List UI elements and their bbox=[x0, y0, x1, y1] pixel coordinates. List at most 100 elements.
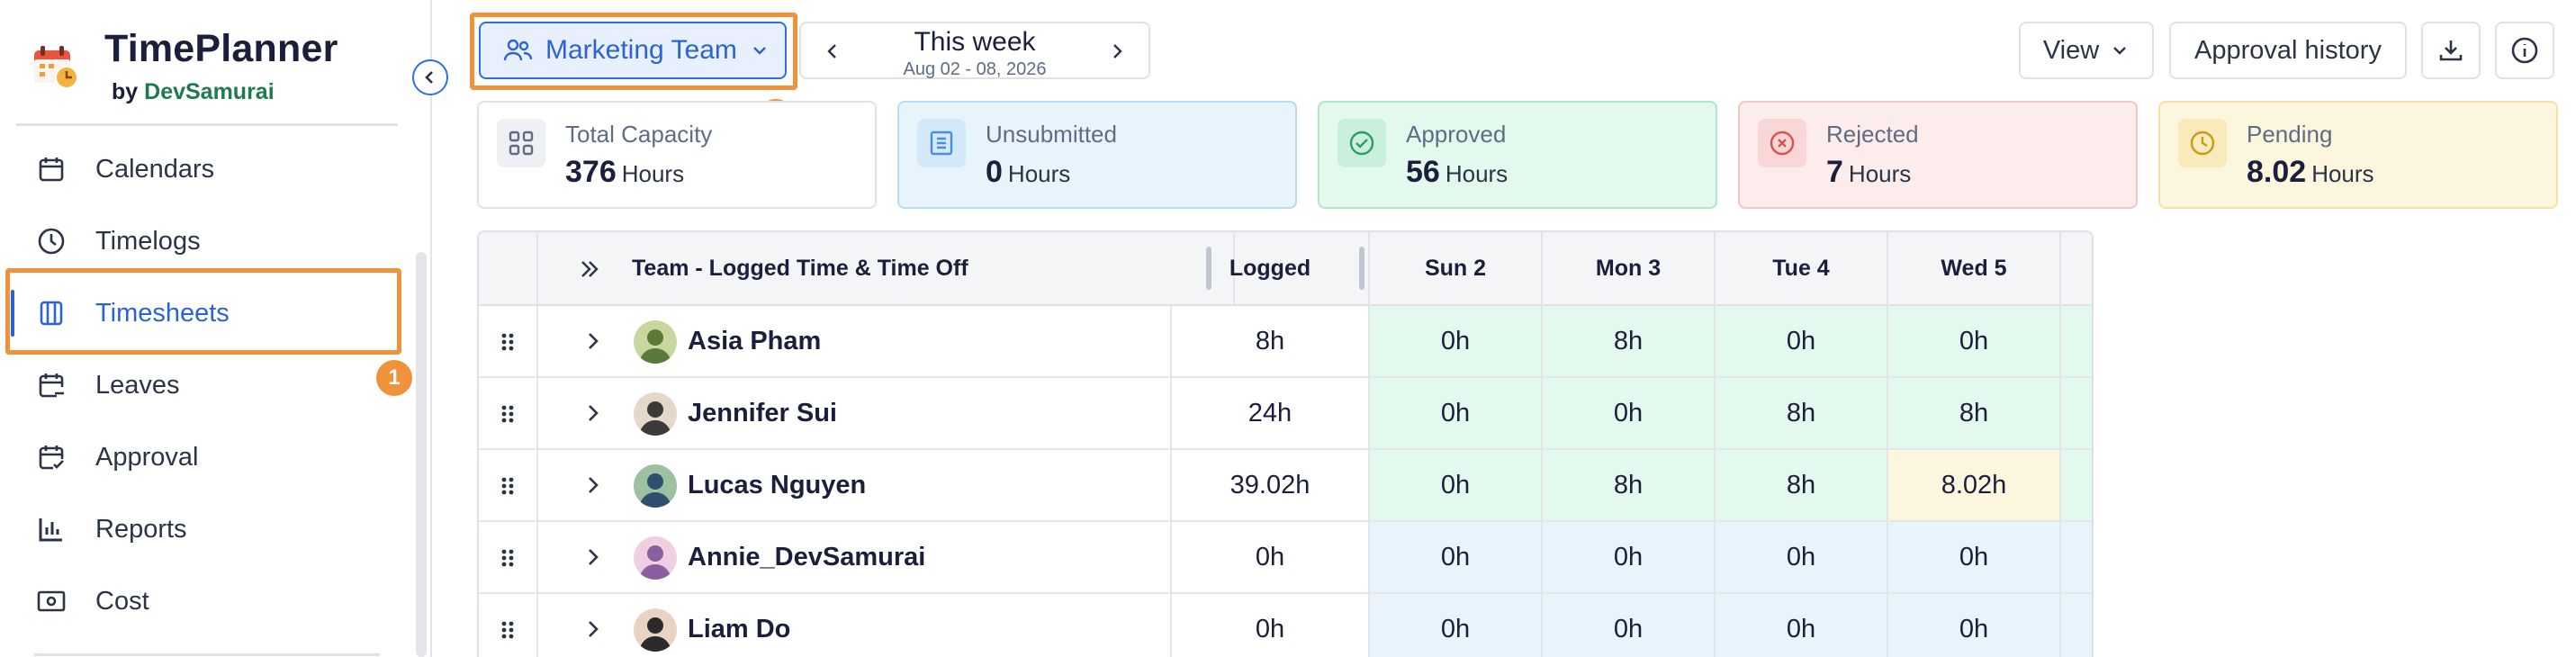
drag-handle-icon[interactable] bbox=[499, 403, 517, 425]
logged-total-cell: 0h bbox=[1172, 594, 1370, 657]
sidebar-item-timelogs[interactable]: Timelogs bbox=[0, 205, 414, 277]
table-row[interactable]: Lucas Nguyen 39.02h0h8h8h8.02h8h7h0h bbox=[479, 450, 2092, 522]
day-hours-cell[interactable]: 0h bbox=[1370, 306, 1543, 376]
stat-value: 0 Hours bbox=[986, 155, 1071, 189]
clock-icon bbox=[34, 224, 68, 258]
day-hours-cell[interactable]: 8.02h bbox=[1888, 450, 2061, 520]
day-hours-cell[interactable]: 0h bbox=[2061, 594, 2092, 657]
day-hours-cell[interactable]: 0h bbox=[2061, 522, 2092, 592]
day-hours-cell[interactable]: 8h bbox=[2061, 450, 2092, 520]
drag-handle-icon[interactable] bbox=[499, 547, 517, 569]
table-header: Team - Logged Time & Time Off Logged Sun… bbox=[479, 232, 2092, 306]
week-date-range: Aug 02 - 08, 2026 bbox=[903, 59, 1047, 79]
drag-cell bbox=[479, 306, 538, 376]
day-hours-cell[interactable]: 0h bbox=[1888, 522, 2061, 592]
day-hours-cell[interactable]: 0h bbox=[1543, 594, 1716, 657]
chevron-right-icon[interactable] bbox=[580, 400, 607, 427]
avatar bbox=[634, 608, 677, 652]
member-cell: Annie_DevSamurai bbox=[538, 522, 1172, 592]
grid-icon bbox=[497, 119, 545, 167]
day-hours-cell[interactable]: 0h bbox=[1370, 522, 1543, 592]
byline-brand: DevSamurai bbox=[144, 79, 275, 104]
download-button[interactable] bbox=[2421, 22, 2481, 79]
info-button[interactable] bbox=[2495, 22, 2554, 79]
drag-cell bbox=[479, 450, 538, 520]
day-hours-cell[interactable]: 0h bbox=[1370, 594, 1543, 657]
sidebar-item-approval[interactable]: Approval bbox=[0, 421, 414, 493]
day-hours-cell[interactable]: 0h bbox=[1716, 306, 1888, 376]
sidebar-item-label: Leaves bbox=[95, 370, 180, 400]
stat-card-rejected: Rejected 7 Hours bbox=[1738, 101, 2138, 209]
drag-handle-icon[interactable] bbox=[499, 475, 517, 497]
approval-calendar-icon bbox=[34, 440, 68, 474]
day-hours-cell[interactable]: 0h bbox=[1888, 306, 2061, 376]
member-name[interactable]: Liam Do bbox=[688, 615, 790, 644]
tutorial-step-badge: 1 bbox=[376, 360, 412, 396]
avatar bbox=[634, 536, 677, 580]
next-week-button[interactable] bbox=[1103, 38, 1130, 65]
stat-card-total-capacity: Total Capacity 376 Hours bbox=[477, 101, 877, 209]
sidebar-item-leaves[interactable]: Leaves bbox=[0, 349, 414, 421]
collapse-sidebar-button[interactable] bbox=[412, 59, 448, 95]
day-hours-cell[interactable]: 8h bbox=[1716, 378, 1888, 448]
logged-total-cell: 24h bbox=[1172, 378, 1370, 448]
sidebar-item-reports[interactable]: Reports bbox=[0, 493, 414, 565]
member-name[interactable]: Lucas Nguyen bbox=[688, 471, 866, 500]
sidebar-item-label: Reports bbox=[95, 514, 187, 544]
table-row[interactable]: Asia Pham 8h0h8h0h0h0h0h0h bbox=[479, 306, 2092, 378]
column-resize-handle[interactable] bbox=[1359, 247, 1365, 290]
day-hours-cell[interactable]: 0h bbox=[1543, 378, 1716, 448]
column-header-team: Team - Logged Time & Time Off bbox=[538, 232, 1235, 304]
table-row[interactable]: Liam Do 0h0h0h0h0h0h0h0h bbox=[479, 594, 2092, 657]
approval-history-button[interactable]: Approval history bbox=[2169, 22, 2407, 79]
day-hours-cell[interactable]: 0h bbox=[1543, 522, 1716, 592]
day-hours-cell[interactable]: 0h bbox=[1888, 594, 2061, 657]
table-row[interactable]: Jennifer Sui 24h0h0h8h8h8h0h0h bbox=[479, 378, 2092, 450]
stat-label: Rejected bbox=[1826, 121, 1919, 148]
logged-total-cell: 8h bbox=[1172, 306, 1370, 376]
list-icon bbox=[917, 119, 966, 167]
sidebar-item-cost[interactable]: Cost bbox=[0, 565, 414, 637]
cost-icon bbox=[34, 584, 68, 618]
member-name[interactable]: Asia Pham bbox=[688, 327, 821, 356]
stat-label: Total Capacity bbox=[565, 121, 713, 148]
drag-cell bbox=[479, 522, 538, 592]
day-hours-cell[interactable]: 8h bbox=[1543, 306, 1716, 376]
chevron-right-icon[interactable] bbox=[580, 472, 607, 499]
info-icon bbox=[2511, 37, 2538, 64]
day-hours-cell[interactable]: 8h bbox=[1543, 450, 1716, 520]
day-hours-cell[interactable]: 8h bbox=[1888, 378, 2061, 448]
drag-cell bbox=[479, 378, 538, 448]
download-icon bbox=[2439, 40, 2463, 61]
drag-handle-icon[interactable] bbox=[499, 331, 517, 353]
app-title: TimePlanner bbox=[104, 27, 338, 70]
member-cell: Lucas Nguyen bbox=[538, 450, 1172, 520]
view-dropdown-button[interactable]: View bbox=[2019, 22, 2154, 79]
day-hours-cell[interactable]: 0h bbox=[1716, 522, 1888, 592]
member-name[interactable]: Jennifer Sui bbox=[688, 399, 837, 428]
sidebar-scrollbar[interactable] bbox=[416, 252, 427, 657]
member-name[interactable]: Annie_DevSamurai bbox=[688, 543, 925, 572]
day-hours-cell[interactable]: 0h bbox=[1370, 378, 1543, 448]
day-hours-cell[interactable]: 0h bbox=[2061, 306, 2092, 376]
chevron-right-icon[interactable] bbox=[580, 328, 607, 355]
table-row[interactable]: Annie_DevSamurai 0h0h0h0h0h0h0h0h bbox=[479, 522, 2092, 594]
timesheet-table: Team - Logged Time & Time Off Logged Sun… bbox=[477, 230, 2094, 657]
avatar bbox=[634, 392, 677, 436]
tutorial-highlight-box bbox=[5, 268, 401, 355]
day-hours-cell[interactable]: 0h bbox=[1370, 450, 1543, 520]
bar-chart-icon bbox=[34, 512, 68, 546]
day-hours-cell[interactable]: 8h bbox=[2061, 378, 2092, 448]
week-navigator: This week Aug 02 - 08, 2026 bbox=[799, 22, 1150, 79]
drag-handle-icon[interactable] bbox=[499, 619, 517, 641]
week-title[interactable]: This week bbox=[801, 27, 1148, 58]
chevron-right-icon[interactable] bbox=[580, 544, 607, 571]
chevron-right-icon[interactable] bbox=[580, 616, 607, 643]
leave-calendar-icon bbox=[34, 368, 68, 402]
expand-all-icon[interactable] bbox=[574, 254, 605, 284]
day-hours-cell[interactable]: 8h bbox=[1716, 450, 1888, 520]
day-hours-cell[interactable]: 0h bbox=[1716, 594, 1888, 657]
x-circle-icon bbox=[1758, 119, 1806, 167]
sidebar-item-calendars[interactable]: Calendars bbox=[0, 133, 414, 205]
sidebar-nav: Calendars Timelogs Timesheets Leaves App… bbox=[0, 133, 414, 637]
